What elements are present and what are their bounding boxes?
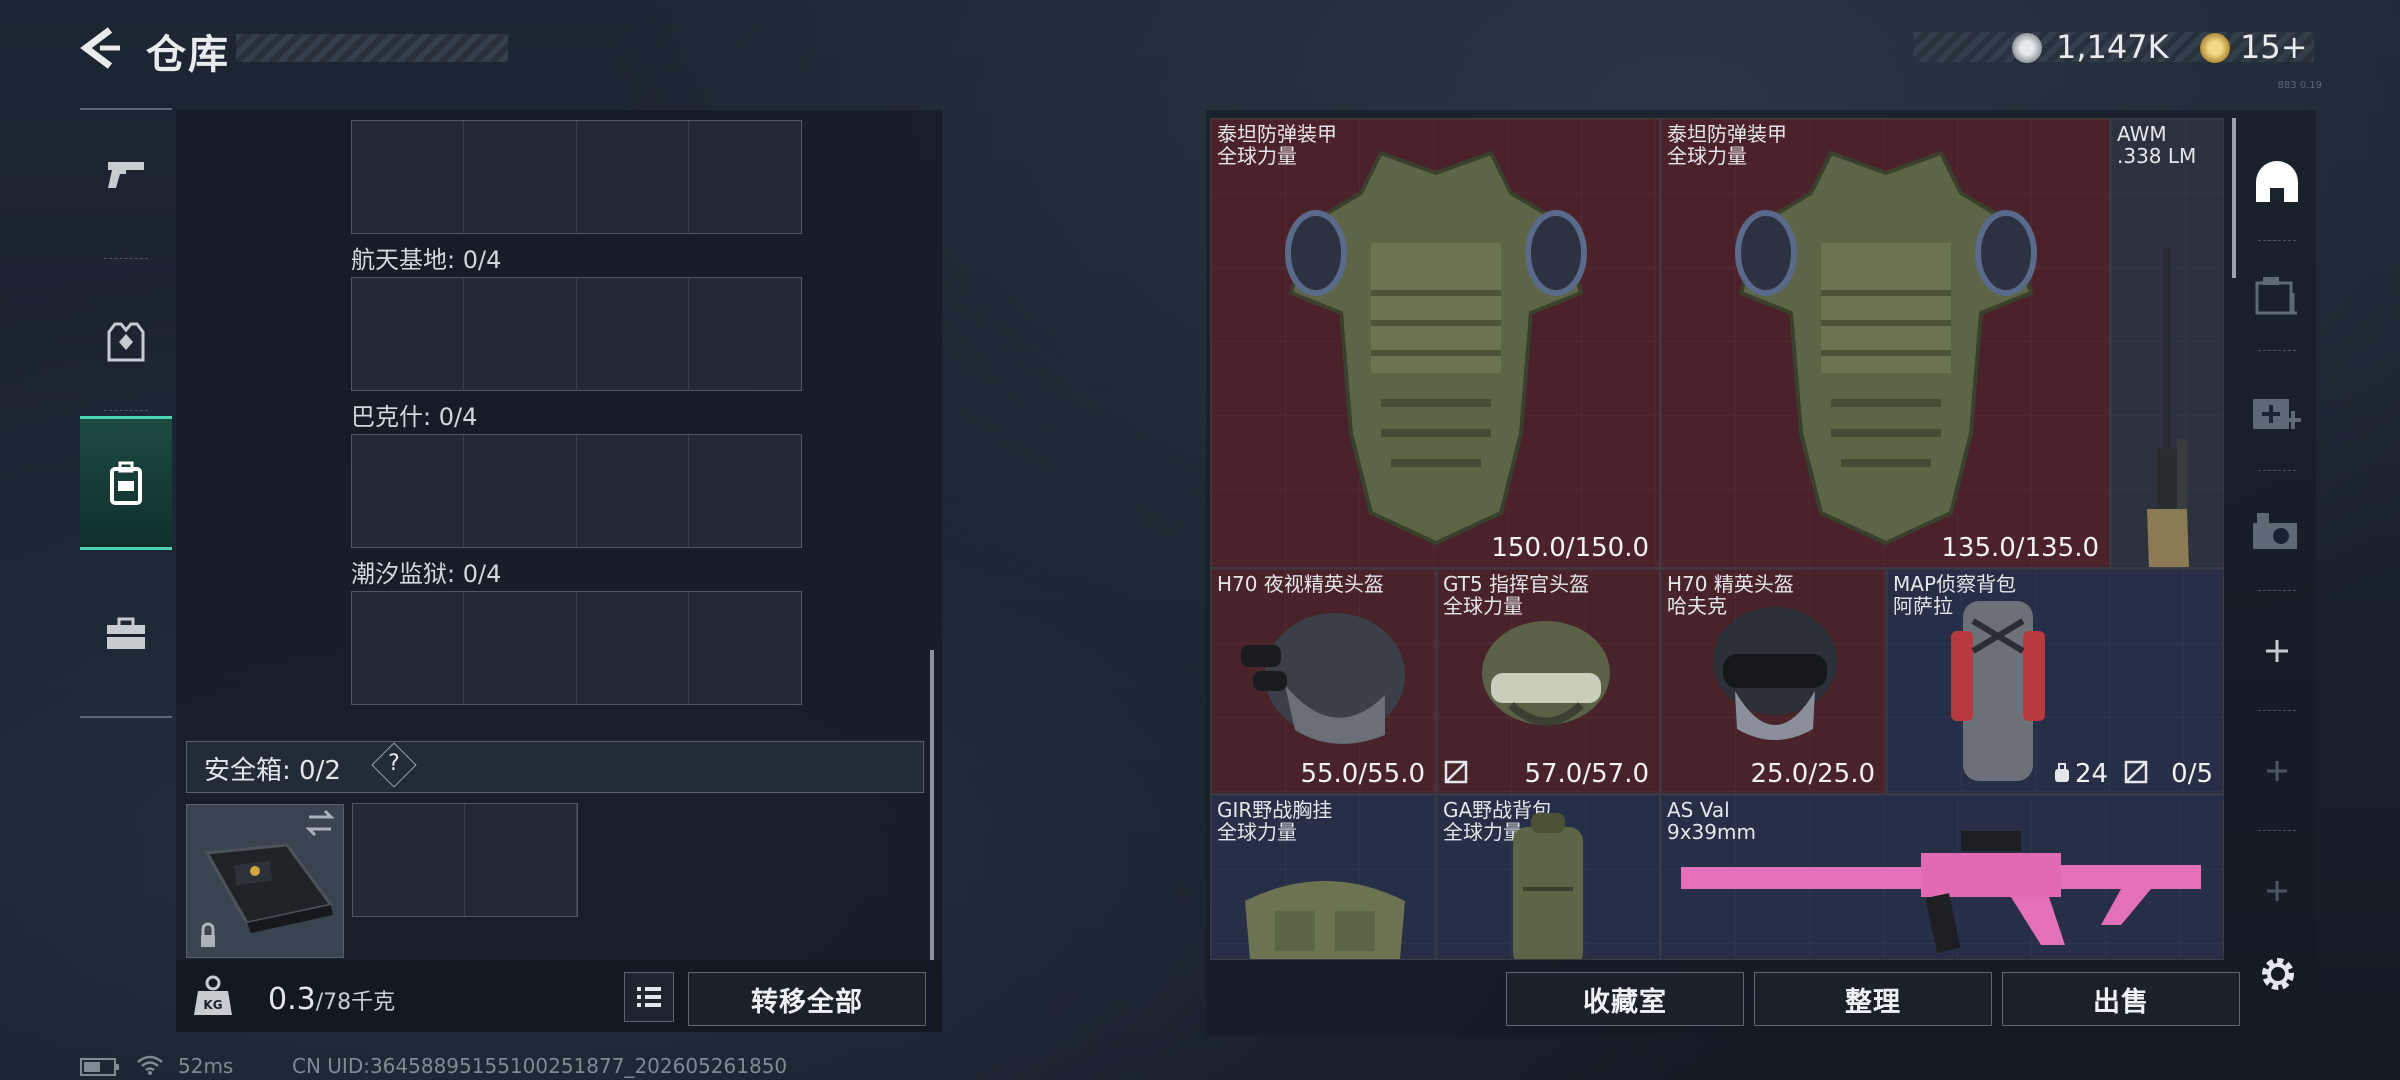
add-slot-button-disabled	[2238, 716, 2316, 826]
backpack-capacity: 24	[2075, 759, 2109, 789]
weight-max: /78千克	[315, 990, 396, 1015]
settings-gear-icon[interactable]	[2256, 952, 2300, 996]
list-icon	[637, 987, 661, 1007]
section-label: 巴克什: 0/4	[351, 403, 478, 431]
vest-icon	[107, 322, 145, 362]
nav-containers[interactable]	[80, 416, 172, 550]
item-awm[interactable]: AWM .338 LM	[2110, 118, 2224, 568]
item-name: H70 精英头盔	[1667, 572, 1794, 596]
tab-camera[interactable]	[2238, 476, 2316, 586]
medkit-tab-icon	[2253, 399, 2301, 429]
item-name: H70 夜视精英头盔	[1217, 572, 1384, 596]
add-icon	[2267, 761, 2287, 781]
list-view-button[interactable]	[624, 972, 674, 1022]
item-durability: 135.0/135.0	[1941, 533, 2099, 563]
item-faction: 全球力量	[1217, 820, 1297, 844]
currency-silver-value: 1,147K	[2056, 28, 2169, 66]
section-label: 航天基地: 0/4	[351, 246, 502, 274]
item-durability: 55.0/55.0	[1300, 759, 1425, 789]
item-titan-armor-1[interactable]: 泰坦防弹装甲 全球力量 150.0/150.0	[1210, 118, 1660, 568]
slot-grid-spaceport[interactable]	[351, 277, 802, 391]
pistol-icon	[108, 162, 144, 188]
backpack-capacity-icon	[2055, 763, 2069, 782]
title-decoration	[236, 34, 508, 62]
item-map-backpack[interactable]: MAP侦察背包 阿萨拉 24 0/5	[1886, 568, 2224, 794]
add-icon	[2266, 640, 2288, 662]
unrepairable-icon	[1444, 760, 1468, 784]
sort-button[interactable]: 整理	[1754, 972, 1992, 1026]
item-name: GIR野战胸挂	[1217, 798, 1333, 822]
slot-grid-top[interactable]	[351, 120, 802, 234]
briefcase-icon	[107, 617, 145, 649]
item-name: AWM	[2117, 122, 2167, 146]
item-titan-armor-2[interactable]: 泰坦防弹装甲 全球力量 135.0/135.0	[1660, 118, 2110, 568]
assault-rifle-icon	[1681, 831, 2201, 953]
svg-text:KG: KG	[203, 998, 222, 1012]
silver-coin-icon	[2012, 33, 2042, 63]
transfer-all-button[interactable]: 转移全部	[688, 972, 926, 1026]
safe-box-empty-slot[interactable]	[352, 803, 578, 917]
camera-tab-icon	[2253, 513, 2297, 549]
unrepairable-icon	[2124, 760, 2148, 784]
add-icon	[2267, 881, 2287, 901]
chest-rig-icon	[1245, 881, 1405, 959]
night-vision-helmet-icon	[1241, 613, 1405, 744]
commander-helmet-icon	[1482, 621, 1610, 726]
currency-gold-value[interactable]: 15+	[2240, 28, 2308, 66]
item-durability: 25.0/25.0	[1750, 759, 1875, 789]
sell-button[interactable]: 出售	[2002, 972, 2240, 1026]
nav-armor[interactable]	[80, 278, 172, 406]
item-durability: 57.0/57.0	[1524, 759, 1649, 789]
item-ga-backpack[interactable]: GA野战背包 全球力量	[1436, 794, 1660, 960]
backpack-icon	[110, 461, 142, 505]
safe-box-slot[interactable]	[186, 804, 344, 958]
item-h70-helmet[interactable]: H70 精英头盔 哈夫克 25.0/25.0	[1660, 568, 1886, 794]
sniper-rifle-icon	[2147, 249, 2189, 567]
add-slot-button-disabled	[2238, 836, 2316, 946]
tab-helmet[interactable]	[2238, 126, 2316, 236]
item-as-val[interactable]: AS Val 9x39mm	[1660, 794, 2224, 960]
body-armor-icon	[1285, 150, 1587, 546]
item-caliber: .338 LM	[2117, 144, 2197, 168]
ping-readout: 52ms	[178, 1054, 234, 1078]
version-tag: 883 0.19	[2277, 80, 2322, 91]
weight-icon: KG	[194, 975, 232, 1015]
field-backpack-icon	[1513, 813, 1583, 959]
page-title: 仓库	[146, 32, 230, 78]
item-name: GT5 指挥官头盔	[1443, 572, 1590, 596]
weight-readout: 0.3/78千克	[268, 982, 395, 1017]
body-armor-icon	[1735, 150, 2037, 546]
section-label: 潮汐监狱: 0/4	[351, 560, 502, 588]
add-slot-button[interactable]	[2238, 596, 2316, 706]
elite-helmet-icon	[1713, 607, 1837, 740]
recon-backpack-icon	[1951, 601, 2045, 781]
inventory-scrollbar[interactable]	[2232, 118, 2236, 278]
storage-scrollbar[interactable]	[930, 650, 934, 960]
slot-grid-prison[interactable]	[351, 591, 802, 705]
item-durability: 150.0/150.0	[1491, 533, 1649, 563]
gold-coin-icon	[2200, 33, 2230, 63]
helmet-tab-icon	[2256, 161, 2298, 202]
battery-icon	[80, 1058, 119, 1076]
weight-value: 0.3	[268, 982, 316, 1017]
inventory-tabs	[2238, 110, 2316, 1036]
storage-tab-icon	[2255, 277, 2297, 315]
backpack-count: 0/5	[2171, 759, 2213, 789]
safe-case-icon	[201, 809, 335, 947]
nav-weapons[interactable]	[80, 110, 172, 238]
item-gir-chest-rig[interactable]: GIR野战胸挂 全球力量	[1210, 794, 1436, 960]
item-h70-nv-helmet[interactable]: H70 夜视精英头盔 55.0/55.0	[1210, 568, 1436, 794]
uid-readout: CN UID:3645889515510025187​7_20260526185…	[292, 1054, 788, 1078]
back-arrow-icon[interactable]	[78, 26, 122, 70]
help-icon[interactable]: ?	[378, 748, 410, 780]
nav-supplies[interactable]	[80, 570, 172, 698]
category-nav	[80, 108, 172, 718]
slot-grid-brakkesh[interactable]	[351, 434, 802, 548]
collection-room-button[interactable]: 收藏室	[1506, 972, 1744, 1026]
tab-storage[interactable]	[2238, 240, 2316, 350]
safe-box-label: 安全箱: 0/2	[204, 756, 341, 786]
wifi-icon	[137, 1055, 163, 1075]
item-gt5-helmet[interactable]: GT5 指挥官头盔 全球力量 57.0/57.0	[1436, 568, 1660, 794]
tab-medkit[interactable]	[2238, 356, 2316, 466]
